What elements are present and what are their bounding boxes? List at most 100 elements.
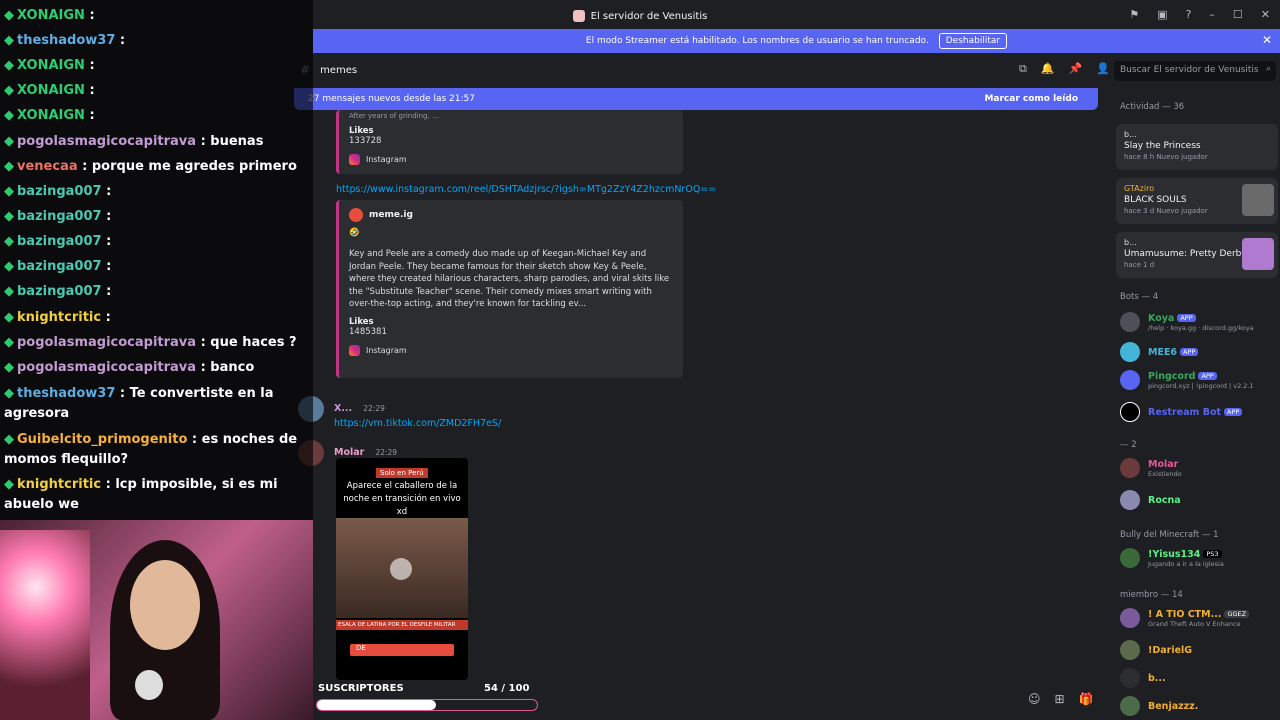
member-item[interactable]: Rocna [1120,490,1181,510]
member-item[interactable]: Pingcord APP pingcord.xyz | !pingcord | v2… [1120,370,1254,390]
emoji-button[interactable]: ☺ [1028,692,1041,706]
maximize-button[interactable]: ☐ [1233,8,1243,21]
app-badge: APP [1180,348,1199,356]
member-item[interactable]: MEE6 APP [1120,342,1199,362]
video-button: DE [350,644,454,656]
chat-message: : [101,310,111,325]
play-icon[interactable] [390,558,412,580]
inbox-icon[interactable]: ⚑ [1129,8,1139,21]
video-attachment[interactable]: Solo en Perú Aparece el caballero de la … [336,458,468,680]
member-item[interactable]: ! A TIO CTM... GGEZ Grand Theft Auto V Enh… [1120,608,1250,628]
mark-as-read-button[interactable]: Marcar como leído [984,94,1078,104]
avatar [1120,640,1140,660]
chat-line: ◆ knightcritic : [4,308,111,328]
member-name: !DarielG [1148,644,1193,656]
badge-icon: ◆ [4,432,14,447]
chat-username: XONAIGN [17,8,85,23]
chat-message: : [84,58,95,73]
close-banner-icon[interactable]: ✕ [1262,33,1272,47]
screen-icon[interactable]: ▣ [1157,8,1167,21]
close-window-button[interactable]: ✕ [1261,8,1270,21]
minimize-button[interactable]: – [1209,8,1215,21]
member-name: Benjazzz. [1148,700,1199,712]
chat-username: XONAIGN [17,108,85,123]
likes-label: Likes [349,126,374,136]
chat-username: knightcritic [17,310,102,325]
chat-username: bazinga007 [17,209,102,224]
search-input[interactable]: Buscar El servidor de Venusitis ⌕ [1114,61,1276,81]
embed-author[interactable]: meme.ig [369,210,413,220]
chat-username: bazinga007 [17,184,102,199]
member-item[interactable]: !Yisus134 PS3 Jugando a ir a la iglesia [1120,548,1224,568]
chat-username: pogolasmagicocapitrava [17,360,197,375]
game-thumbnail [1242,130,1274,162]
message-list: After years of grinding, ... Likes 13372… [294,110,1114,680]
likes-label: Likes [349,316,374,327]
badge-icon: ◆ [4,234,14,249]
gift-icon[interactable]: 🎁 [1079,692,1094,706]
member-item[interactable]: b... [1120,668,1166,688]
avatar [1120,696,1140,716]
member-item[interactable]: Molar Existiendo [1120,458,1182,478]
avatar [1120,370,1140,390]
banner-text: El modo Streamer está habilitado. Los no… [585,36,929,46]
badge-icon: ◆ [4,209,14,224]
help-icon[interactable]: ? [1186,8,1192,21]
badge-icon: ◆ [4,284,14,299]
chat-username: XONAIGN [17,83,85,98]
disable-streamer-button[interactable]: Deshabilitar [938,33,1008,49]
tiktok-link[interactable]: https://vm.tiktok.com/ZMD2FH7eS/ [334,418,501,429]
microphone-icon [135,670,163,700]
message-author[interactable]: X... [334,403,352,414]
window-title: El servidor de Venusitis [590,10,708,22]
activity-card[interactable]: b... Slay the Princess hace 8 h Nuevo ju… [1116,124,1278,170]
chat-line: ◆ knightcritic : lcp imposible, si es mi … [4,475,304,515]
avatar [1120,342,1140,362]
member-name: Restream Bot [1148,406,1222,418]
members-icon[interactable]: 👤 [1096,62,1110,76]
chat-username: bazinga007 [17,234,102,249]
role-header: Bully del Minecraft — 1 [1120,530,1219,540]
chat-message: : [101,209,112,224]
member-status: Grand Theft Auto V Enhance [1148,619,1241,628]
message: X... 22:29 https://vm.tiktok.com/ZMD2FH7… [298,396,501,429]
activity-card[interactable]: GTAziro BLACK SOULS hace 3 d Nuevo jugad… [1116,178,1278,224]
chat-username: Guibelcito_primogenito [17,432,188,447]
activity-card[interactable]: b... Umamusume: Pretty Derby hace 1 d [1116,232,1278,278]
new-messages-bar[interactable]: 27 mensajes nuevos desde las 21:57 Marca… [294,88,1098,110]
instagram-link[interactable]: https://www.instagram.com/reel/DSHTAdzjr… [336,184,716,195]
chat-line: ◆ theshadow37 : [4,31,125,51]
instagram-embed: meme.ig 🤣 Key and Peele are a comedy duo… [336,200,683,378]
instagram-embed: After years of grinding, ... Likes 13372… [336,110,683,174]
server-icon [572,10,585,22]
badge-icon: ◆ [4,33,14,48]
chat-line: ◆ XONAIGN : [4,81,95,101]
author-avatar [349,208,363,222]
subs-progress-fill [317,700,436,710]
embed-body: Key and Peele are a comedy duo made up o… [349,249,670,309]
chat-line: ◆ theshadow37 : Te convertiste en la agre… [4,384,304,424]
avatar [1120,458,1140,478]
threads-icon[interactable]: ⧉ [1019,62,1027,76]
window-controls: ⚑ ▣ ? – ☐ ✕ [1129,8,1270,21]
message-author[interactable]: Molar [334,447,364,458]
chat-username: pogolasmagicocapitrava [17,335,197,350]
member-name: b... [1148,672,1166,684]
chat-username: theshadow37 [17,33,116,48]
emoji-icon: 🤣 [349,228,360,238]
message-time: 22:29 [375,448,398,457]
badge-icon: ◆ [4,310,14,325]
member-item[interactable]: Restream Bot APP [1120,402,1243,422]
avatar [1120,668,1140,688]
member-item[interactable]: Benjazzz. [1120,696,1198,716]
apps-icon[interactable]: ⊞ [1055,692,1065,706]
game-thumbnail [1242,184,1274,216]
bell-icon[interactable]: 🔔 [1041,62,1055,76]
member-item[interactable]: !DarielG [1120,640,1192,660]
chat-username: theshadow37 [17,386,116,401]
chat-username: venecaa [17,159,78,174]
member-item[interactable]: Koya APP/help · koya.gg · discord.gg/koya [1120,312,1254,332]
pin-icon[interactable]: 📌 [1069,62,1083,76]
chat-line: ◆ bazinga007 : [4,282,111,302]
chat-username: bazinga007 [17,284,102,299]
